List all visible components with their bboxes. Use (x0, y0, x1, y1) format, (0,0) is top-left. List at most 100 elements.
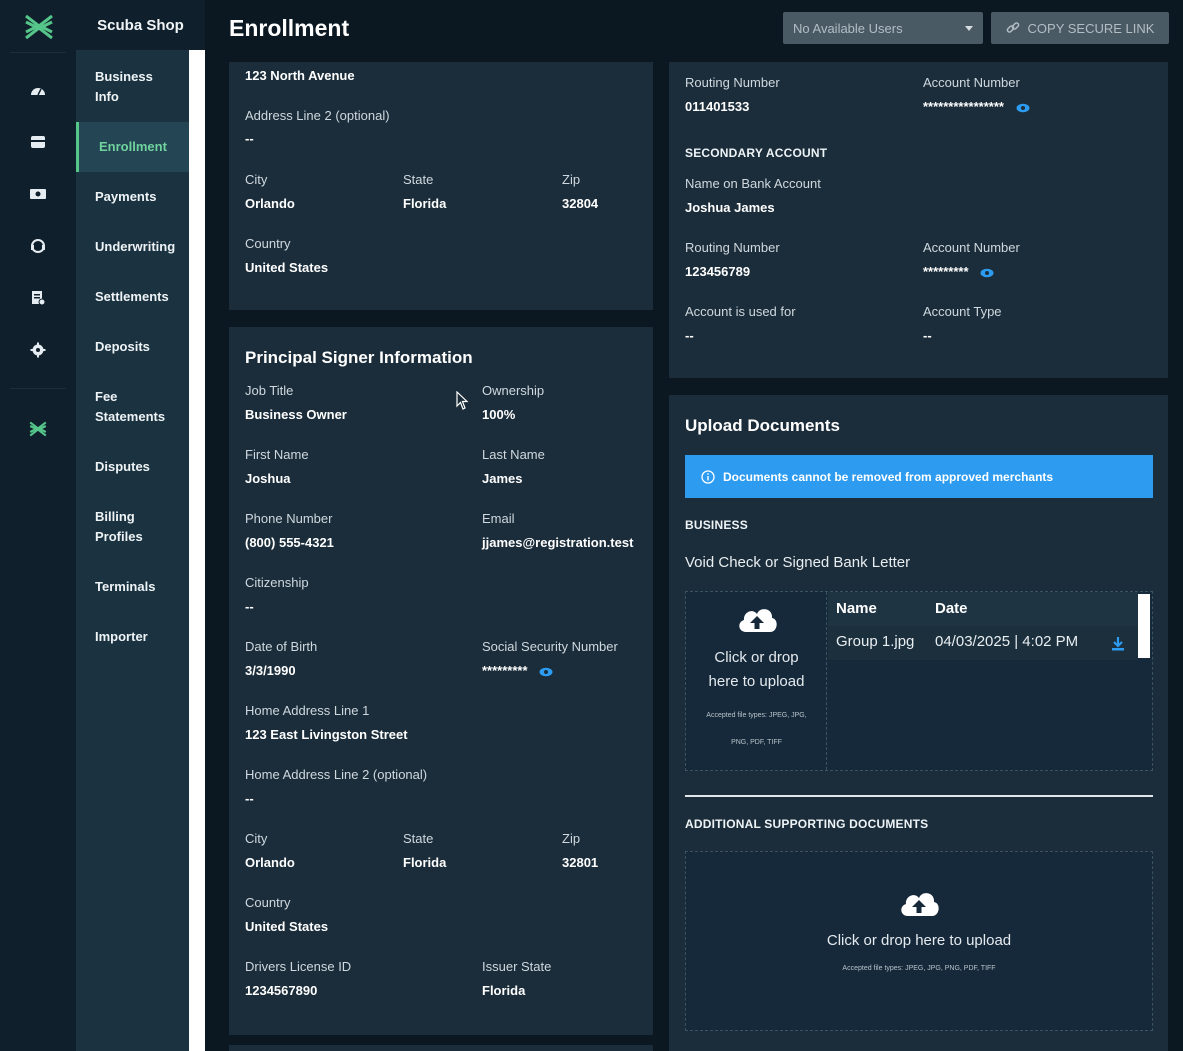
home-state-label: State (403, 831, 434, 846)
file-table-scrollbar[interactable] (1138, 594, 1150, 658)
subnav-label: Statements (95, 409, 166, 424)
dashboard-gauge-icon[interactable] (28, 80, 48, 100)
gear-icon[interactable] (28, 340, 48, 360)
accepted-file-types: Accepted file types: JPEG, JPG, PNG, PDF… (696, 702, 817, 756)
void-check-upload-area: Click or drop here to upload Accepted fi… (685, 591, 1153, 771)
subnav-item-underwriting[interactable]: Underwriting (76, 237, 189, 257)
phone-label: Phone Number (245, 511, 333, 526)
column-header-date: Date (935, 600, 968, 617)
subnav-label: Billing (95, 509, 135, 524)
address-line2-label: Address Line 2 (optional) (245, 108, 390, 123)
eye-icon[interactable] (1016, 103, 1030, 113)
subnav-item-billing-profiles[interactable]: Billing Profiles (76, 507, 189, 547)
copy-secure-link-button[interactable]: COPY SECURE LINK (991, 12, 1169, 44)
upload-dropzone[interactable]: Click or drop here to upload Accepted fi… (686, 592, 827, 770)
home-address2-label: Home Address Line 2 (optional) (245, 767, 428, 782)
shop-name: Scuba Shop (76, 0, 205, 50)
drivers-license-label: Drivers License ID (245, 959, 352, 974)
rail-divider (10, 52, 66, 53)
link-icon (1006, 22, 1019, 33)
subnav-label: Fee (95, 389, 118, 404)
home-zip-value: 32801 (562, 855, 599, 870)
home-address1-label: Home Address Line 1 (245, 703, 370, 718)
zip-value: 32804 (562, 196, 599, 211)
brand-mark-icon[interactable] (28, 419, 48, 439)
subnav-item-disputes[interactable]: Disputes (76, 457, 189, 477)
table-row[interactable]: Group 1.jpg 04/03/2025 | 4:02 PM (828, 626, 1138, 660)
account-used-for-label: Account is used for (685, 304, 796, 319)
user-select-value: No Available Users (793, 20, 903, 36)
dropzone-line: Click or drop (714, 649, 799, 666)
file-date: 04/03/2025 | 4:02 PM (935, 633, 1079, 650)
dob-value: 3/3/1990 (245, 663, 296, 678)
info-banner-text: Documents cannot be removed from approve… (723, 469, 1054, 484)
address-line2-value: -- (245, 131, 254, 146)
account-number-label: Account Number (923, 240, 1020, 255)
secondary-account-heading: SECONDARY ACCOUNT (685, 146, 828, 160)
business-heading: BUSINESS (685, 518, 748, 532)
zip-label: Zip (562, 172, 581, 187)
ssn-value: ********* (482, 663, 528, 678)
rail-divider (10, 388, 66, 389)
subnav-item-business-info[interactable]: Business Info (76, 67, 189, 107)
subnav-label: Business (95, 69, 153, 84)
phone-value: (800) 555-4321 (245, 535, 334, 550)
subnav-item-payments[interactable]: Payments (76, 187, 189, 207)
state-value: Florida (403, 196, 447, 211)
routing-value: 123456789 (685, 264, 751, 279)
city-value: Orlando (245, 196, 295, 211)
download-icon[interactable] (1111, 636, 1125, 651)
first-name-label: First Name (245, 447, 309, 462)
uploaded-files-table: Name Date Group 1.jpg 04/03/2025 | 4:02 … (828, 592, 1138, 666)
info-icon (701, 469, 715, 484)
subnav-item-importer[interactable]: Importer (76, 627, 189, 647)
home-country-value: United States (245, 919, 329, 934)
country-label: Country (245, 236, 291, 251)
subnav-scrollbar[interactable] (189, 50, 205, 1051)
next-card-edge (229, 1045, 653, 1051)
void-check-label: Void Check or Signed Bank Letter (685, 554, 911, 571)
subnav-item-fee-statements[interactable]: Fee Statements (76, 387, 189, 427)
citizenship-value: -- (245, 599, 254, 614)
bank-name-label: Name on Bank Account (685, 176, 821, 191)
cloud-upload-icon (739, 609, 777, 632)
store-icon[interactable] (28, 132, 48, 152)
dropzone-text: Click or drop here to upload (686, 646, 827, 694)
job-title-label: Job Title (245, 383, 294, 398)
email-label: Email (482, 511, 515, 526)
cash-icon[interactable] (28, 184, 48, 204)
subnav-item-terminals[interactable]: Terminals (76, 577, 189, 597)
dropzone-line: here to upload (708, 673, 805, 690)
eye-icon[interactable] (539, 667, 553, 677)
primary-routing-label: Routing Number (685, 75, 780, 90)
citizenship-label: Citizenship (245, 575, 309, 590)
first-name-value: Joshua (245, 471, 291, 486)
user-select[interactable]: No Available Users (783, 12, 983, 44)
subnav-item-deposits[interactable]: Deposits (76, 337, 189, 357)
routing-label: Routing Number (685, 240, 780, 255)
dropzone-text: Click or drop here to upload (826, 932, 1012, 949)
accepted-line: Accepted file types: JPEG, JPG, (706, 712, 807, 719)
eye-icon[interactable] (980, 268, 994, 278)
support-icon[interactable] (28, 236, 48, 256)
subnav-item-settlements[interactable]: Settlements (76, 287, 189, 307)
section-divider (685, 795, 1153, 797)
mouse-cursor-icon (456, 391, 469, 410)
account-type-label: Account Type (923, 304, 1002, 319)
primary-account-label: Account Number (923, 75, 1020, 90)
principal-title: Principal Signer Information (245, 348, 473, 367)
report-icon[interactable] (28, 288, 48, 308)
primary-account-value: **************** (923, 99, 1004, 114)
country-value: United States (245, 260, 329, 275)
home-city-label: City (245, 831, 268, 846)
brand-logo-icon[interactable] (24, 14, 54, 40)
city-label: City (245, 172, 268, 187)
drivers-license-value: 1234567890 (245, 983, 318, 998)
subnav-item-enrollment[interactable]: Enrollment (76, 122, 189, 172)
additional-docs-dropzone[interactable]: Click or drop here to upload Accepted fi… (685, 851, 1153, 1031)
info-banner: Documents cannot be removed from approve… (685, 455, 1153, 498)
primary-account-field: **************** (923, 99, 1030, 114)
address-line1-value: 123 North Avenue (245, 68, 355, 83)
additional-docs-heading: ADDITIONAL SUPPORTING DOCUMENTS (685, 817, 929, 831)
home-zip-label: Zip (562, 831, 581, 846)
